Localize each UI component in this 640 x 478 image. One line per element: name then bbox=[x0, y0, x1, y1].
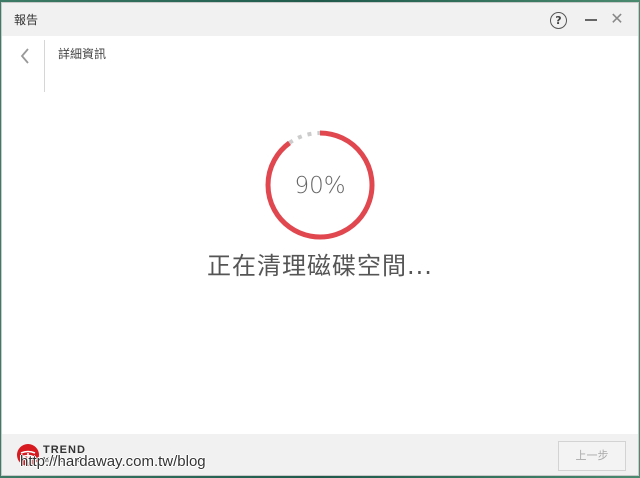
header-divider bbox=[44, 40, 45, 92]
progress-ring-track bbox=[288, 131, 321, 145]
window-title: 報告 bbox=[14, 13, 39, 27]
close-icon: ✕ bbox=[610, 9, 624, 28]
report-window: 報告 ? ✕ 詳細資訊 90% 正在清理磁碟空間... TREND MICRO … bbox=[2, 3, 638, 475]
watermark-url: http://hardaway.com.tw/blog bbox=[20, 453, 206, 470]
close-button[interactable]: ✕ bbox=[609, 11, 625, 27]
status-message: 正在清理磁碟空間... bbox=[207, 252, 433, 280]
help-icon: ? bbox=[555, 14, 562, 27]
previous-step-button[interactable]: 上一步 bbox=[558, 441, 626, 471]
minimize-button[interactable] bbox=[585, 19, 597, 21]
breadcrumb: 詳細資訊 bbox=[58, 47, 107, 61]
title-bar: 報告 ? ✕ bbox=[2, 3, 638, 36]
progress-percent: 90% bbox=[294, 173, 346, 199]
back-button[interactable] bbox=[14, 44, 38, 68]
chevron-left-icon bbox=[20, 48, 29, 64]
details-header: 詳細資訊 bbox=[2, 36, 638, 92]
help-button[interactable]: ? bbox=[550, 12, 567, 29]
